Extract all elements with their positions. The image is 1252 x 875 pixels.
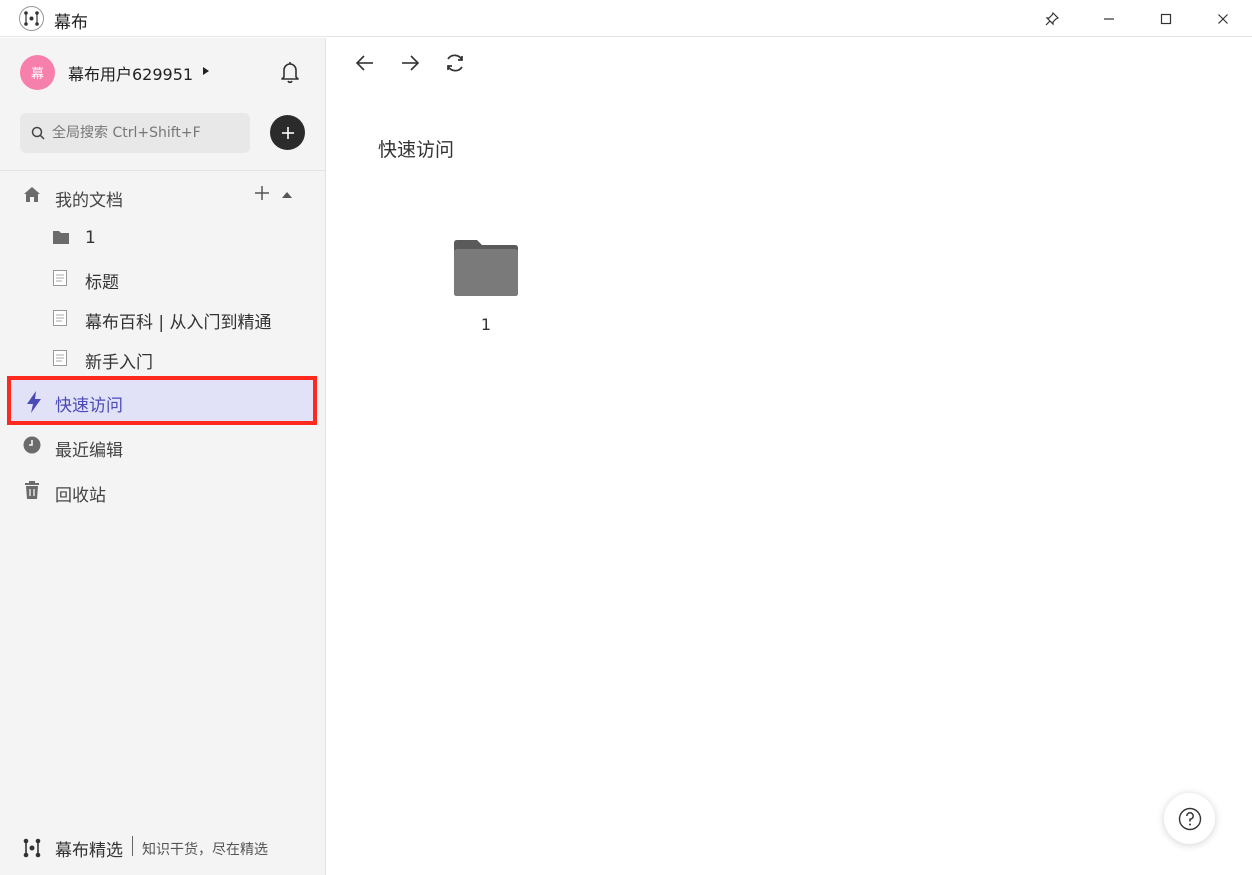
sidebar-doc-item[interactable]: 新手入门 xyxy=(0,340,325,376)
refresh-button[interactable] xyxy=(443,51,467,75)
sidebar-item-quick-access[interactable]: 快速访问 xyxy=(7,376,317,425)
sidebar-doc-label: 新手入门 xyxy=(85,353,153,373)
document-icon xyxy=(53,310,67,326)
sidebar-doc-label: 标题 xyxy=(85,273,119,293)
plus-icon xyxy=(281,126,294,139)
folder-icon xyxy=(53,231,69,244)
sidebar-doc-item[interactable]: 标题 xyxy=(0,260,325,296)
footer-brand: 幕布精选 xyxy=(55,841,123,861)
arrow-left-icon xyxy=(355,55,373,71)
page-title: 快速访问 xyxy=(378,139,455,161)
add-button[interactable] xyxy=(270,115,305,150)
username[interactable]: 幕布用户629951 xyxy=(68,61,193,85)
sidebar-doc-item[interactable]: 幕布百科 | 从入门到精通 xyxy=(0,300,325,336)
footer-slogan: 知识干货，尽在精选 xyxy=(142,842,268,858)
sidebar-item-label: 快速访问 xyxy=(55,396,123,416)
sidebar-item-recent[interactable]: 最近编辑 xyxy=(0,426,325,466)
sidebar-item-my-docs[interactable]: 我的文档 xyxy=(0,176,325,216)
sidebar-doc-label: 幕布百科 | 从入门到精通 xyxy=(85,313,272,333)
sidebar-footer[interactable]: 幕布精选 知识干货，尽在精选 xyxy=(0,833,325,863)
close-icon xyxy=(1217,13,1228,24)
pin-icon xyxy=(1045,11,1059,25)
app-title: 幕布 xyxy=(54,13,88,33)
folder-name: 1 xyxy=(480,315,492,334)
app-logo-icon xyxy=(19,6,44,31)
refresh-icon xyxy=(447,54,463,72)
forward-button[interactable] xyxy=(398,51,422,75)
minimize-button[interactable] xyxy=(1080,0,1137,37)
add-doc-icon[interactable] xyxy=(254,185,270,201)
sidebar-item-trash[interactable]: 回收站 xyxy=(0,471,325,511)
help-button[interactable] xyxy=(1164,793,1215,844)
close-button[interactable] xyxy=(1194,0,1251,37)
sidebar-item-label: 我的文档 xyxy=(55,191,123,211)
sidebar-item-label: 回收站 xyxy=(55,486,106,506)
caret-right-icon[interactable] xyxy=(203,67,209,75)
mubu-logo-icon xyxy=(23,838,41,858)
trash-icon xyxy=(25,481,39,499)
sidebar-doc-item[interactable]: 1 xyxy=(0,220,325,256)
document-icon xyxy=(53,270,67,286)
back-button[interactable] xyxy=(353,51,377,75)
clock-icon xyxy=(23,436,41,454)
sidebar: 幕 幕布用户629951 我的文档 xyxy=(0,38,326,875)
maximize-button[interactable] xyxy=(1137,0,1194,37)
pin-button[interactable] xyxy=(1023,0,1080,37)
minimize-icon xyxy=(1103,17,1114,20)
sidebar-doc-label: 1 xyxy=(85,228,96,248)
arrow-right-icon xyxy=(402,55,420,71)
avatar[interactable]: 幕 xyxy=(20,55,55,90)
help-icon xyxy=(1178,807,1201,830)
search-box[interactable] xyxy=(20,113,250,153)
home-icon xyxy=(24,187,40,202)
bell-icon xyxy=(281,62,299,84)
main-content: 快速访问 1 xyxy=(327,38,1252,875)
notification-button[interactable] xyxy=(279,60,301,88)
title-bar: 幕布 xyxy=(0,0,1252,37)
divider xyxy=(0,170,325,171)
collapse-icon[interactable] xyxy=(282,192,292,198)
maximize-icon xyxy=(1160,13,1171,24)
search-icon xyxy=(31,126,45,140)
folder-card[interactable]: 1 xyxy=(446,233,526,343)
divider xyxy=(132,836,133,856)
search-input[interactable] xyxy=(52,113,242,153)
document-icon xyxy=(53,350,67,366)
folder-icon xyxy=(454,240,518,296)
sidebar-item-label: 最近编辑 xyxy=(55,441,123,461)
lightning-icon xyxy=(27,391,41,413)
